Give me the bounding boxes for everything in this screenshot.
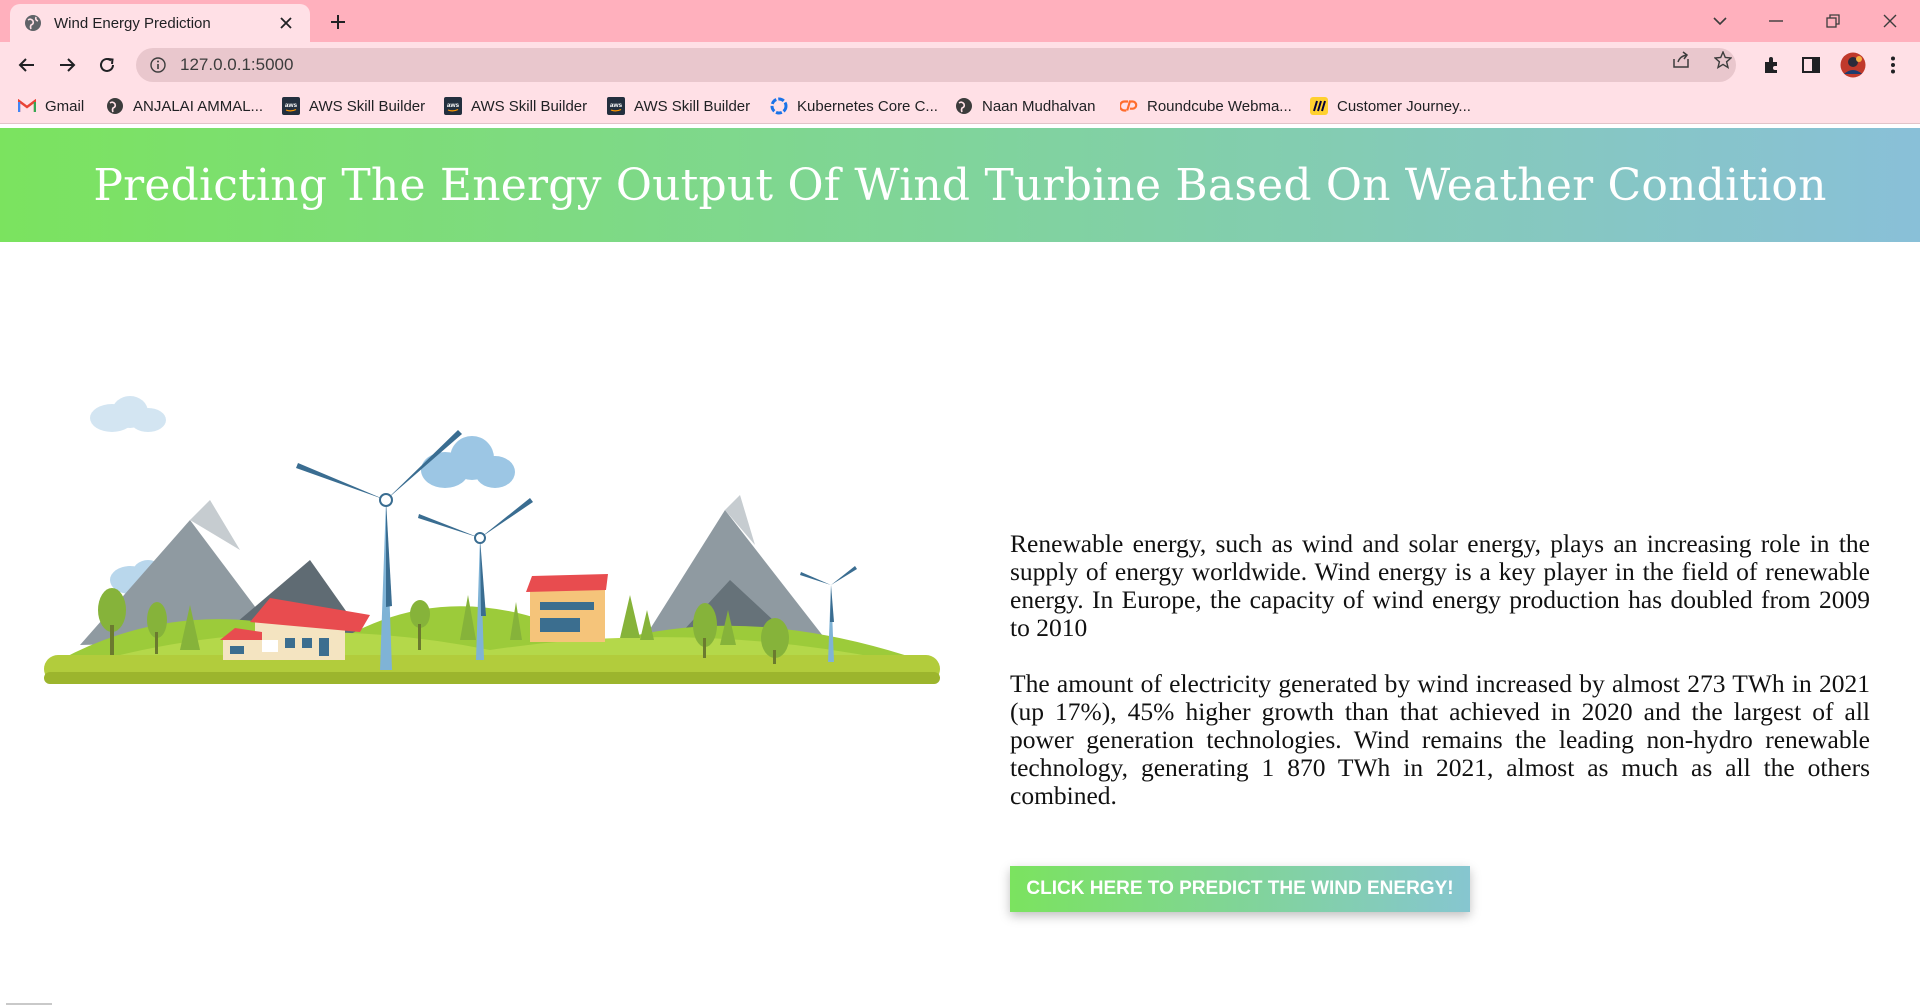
bookmark-label: AWS Skill Builder — [471, 97, 588, 115]
page-content: Predicting The Energy Output Of Wind Tur… — [0, 125, 1920, 1007]
bookmark-label: Gmail — [45, 97, 85, 115]
bookmark-label: AWS Skill Builder — [634, 97, 751, 115]
divider — [6, 1003, 52, 1005]
restore-button[interactable] — [1813, 4, 1853, 38]
bookmark-roundcube[interactable]: Roundcube Webma... — [1120, 95, 1292, 117]
aws-icon: aws — [607, 97, 625, 115]
close-icon — [1883, 14, 1897, 28]
site-info-icon[interactable] — [150, 57, 166, 73]
svg-text:aws: aws — [285, 102, 298, 109]
bookmark-label: ANJALAI AMMAL... — [133, 97, 264, 115]
window-close-button[interactable] — [1870, 4, 1910, 38]
restore-icon — [1826, 14, 1840, 28]
aws-icon: aws — [444, 97, 462, 115]
reload-button[interactable] — [92, 50, 122, 80]
predict-button[interactable]: CLICK HERE TO PREDICT THE WIND ENERGY! — [1010, 866, 1470, 912]
bookmark-aws-1[interactable]: aws AWS Skill Builder — [282, 95, 425, 117]
url-text: 127.0.0.1:5000 — [180, 55, 294, 74]
gmail-icon — [18, 97, 36, 115]
bookmark-label: Kubernetes Core C... — [797, 97, 938, 115]
svg-text:aws: aws — [610, 102, 623, 109]
bookmark-customer-journey[interactable]: Customer Journey... — [1310, 95, 1471, 117]
cloud-center — [421, 436, 515, 488]
arrow-right-icon — [60, 58, 76, 72]
browser-toolbar: 127.0.0.1:5000 — [0, 42, 1920, 88]
plus-icon — [331, 15, 345, 29]
cpanel-icon — [1120, 97, 1138, 115]
minimize-button[interactable] — [1756, 4, 1796, 38]
svg-text:aws: aws — [447, 102, 460, 109]
share-icon[interactable] — [1672, 51, 1690, 69]
more-menu-icon[interactable] — [1880, 52, 1906, 78]
globe-icon — [106, 97, 124, 115]
bookmark-aws-2[interactable]: aws AWS Skill Builder — [444, 95, 587, 117]
aws-icon: aws — [282, 97, 300, 115]
avatar[interactable] — [1840, 52, 1866, 78]
reload-icon — [100, 57, 114, 72]
miro-icon — [1310, 97, 1328, 115]
tab-search-button[interactable] — [1700, 4, 1740, 38]
wind-farm-illustration — [44, 396, 940, 684]
bookmark-kubernetes[interactable]: Kubernetes Core C... — [770, 95, 938, 117]
forward-button[interactable] — [52, 50, 82, 80]
bookmark-naan-mudhalvan[interactable]: Naan Mudhalvan — [955, 95, 1095, 117]
tab-title: Wind Energy Prediction — [54, 14, 211, 32]
new-tab-button[interactable] — [324, 8, 352, 36]
bookmark-label: AWS Skill Builder — [309, 97, 426, 115]
globe-icon — [955, 97, 973, 115]
back-button[interactable] — [12, 50, 42, 80]
kubernetes-icon — [770, 97, 788, 115]
chevron-down-icon — [1713, 17, 1727, 26]
globe-icon — [24, 14, 42, 32]
cloud-left — [90, 396, 166, 432]
house-right — [526, 574, 608, 642]
side-panel-icon[interactable] — [1798, 52, 1824, 78]
browser-tab[interactable]: Wind Energy Prediction — [10, 4, 310, 42]
page-header: Predicting The Energy Output Of Wind Tur… — [0, 128, 1920, 242]
minimize-icon — [1769, 20, 1783, 22]
bookmark-gmail[interactable]: Gmail — [18, 95, 84, 117]
bookmark-label: Naan Mudhalvan — [982, 97, 1096, 115]
description-paragraph: Renewable energy, such as wind and solar… — [1010, 529, 1870, 642]
bookmark-anjalai[interactable]: ANJALAI AMMAL... — [106, 95, 263, 117]
extensions-icon[interactable] — [1758, 52, 1784, 78]
star-icon[interactable] — [1714, 51, 1732, 69]
bookmarks-bar: Gmail ANJALAI AMMAL... aws AWS Skill Bui… — [0, 88, 1920, 124]
bookmark-label: Roundcube Webma... — [1147, 97, 1292, 115]
bookmark-label: Customer Journey... — [1337, 97, 1471, 115]
page-title: Predicting The Energy Output Of Wind Tur… — [93, 159, 1827, 211]
description: Renewable energy, such as wind and solar… — [1010, 530, 1870, 838]
bookmark-aws-3[interactable]: aws AWS Skill Builder — [607, 95, 750, 117]
address-bar[interactable]: 127.0.0.1:5000 — [136, 48, 1736, 82]
close-icon[interactable] — [276, 13, 296, 33]
tab-strip: Wind Energy Prediction — [0, 0, 1920, 42]
description-paragraph: The amount of electricity generated by w… — [1010, 669, 1870, 810]
arrow-left-icon — [18, 58, 34, 72]
